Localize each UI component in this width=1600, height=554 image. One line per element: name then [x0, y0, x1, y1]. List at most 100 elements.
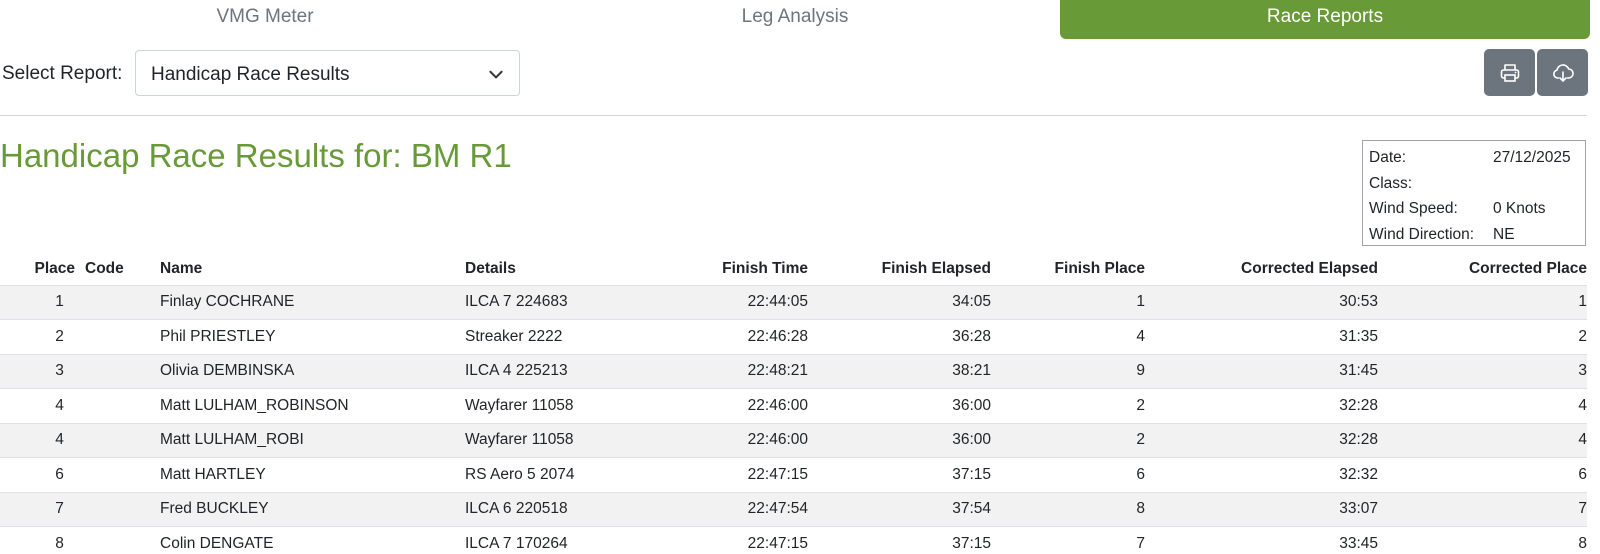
column-header-finish-time[interactable]: Finish Time	[655, 253, 808, 285]
download-button[interactable]	[1537, 49, 1588, 96]
cell-corrected-elapsed: 32:28	[1145, 388, 1378, 423]
info-key: Class:	[1369, 174, 1413, 192]
cell-corrected-elapsed: 30:53	[1145, 284, 1378, 320]
info-key: Wind Speed:	[1369, 200, 1458, 217]
cell-finish-place: 4	[991, 319, 1145, 354]
cell-code	[75, 491, 160, 527]
cell-corrected-place: 6	[1378, 457, 1587, 492]
cell-corrected-elapsed: 32:28	[1145, 422, 1378, 458]
column-header-finish-place[interactable]: Finish Place	[991, 253, 1145, 285]
cell-corrected-elapsed: 31:35	[1145, 319, 1378, 354]
cell-finish-place: 6	[991, 457, 1145, 492]
table-row: 4 Matt LULHAM_ROBI Wayfarer 11058 22:46:00 3…	[0, 422, 1587, 458]
race-info-box: Date: 27/12/2025 Class: Wind Speed: 0 Kn…	[1362, 140, 1586, 246]
cell-name: Fred BUCKLEY	[160, 491, 465, 527]
info-key: Date:	[1369, 149, 1407, 166]
cell-finish-time: 22:46:28	[655, 319, 808, 354]
cell-corrected-place: 8	[1378, 526, 1587, 554]
cell-finish-place: 2	[991, 422, 1145, 458]
cell-corrected-place: 4	[1378, 388, 1587, 423]
printer-icon	[1500, 63, 1519, 82]
cell-finish-elapsed: 38:21	[808, 353, 991, 389]
cell-corrected-place: 1	[1378, 284, 1587, 320]
table-row: 1 Finlay COCHRANE ILCA 7 224683 22:44:05 34:…	[0, 284, 1587, 320]
cell-name: Matt LULHAM_ROBINSON	[160, 388, 465, 423]
table-row: 4 Matt LULHAM_ROBINSON Wayfarer 11058 22:46…	[0, 388, 1587, 423]
page-title: Handicap Race Results for: BM R1	[0, 137, 512, 174]
cell-finish-time: 22:44:05	[655, 284, 808, 320]
tab-race-reports[interactable]: Race Reports	[1060, 0, 1590, 39]
cell-code	[75, 319, 160, 354]
cell-finish-place: 1	[991, 284, 1145, 320]
cell-code	[75, 422, 160, 458]
table-row: 7 Fred BUCKLEY ILCA 6 220518 22:47:54 37:54 8…	[0, 491, 1587, 527]
cell-details: Streaker 2222	[465, 319, 655, 354]
cell-place: 8	[0, 526, 75, 554]
cell-corrected-elapsed: 33:45	[1145, 526, 1378, 554]
cell-finish-elapsed: 36:28	[808, 319, 991, 354]
cell-finish-time: 22:46:00	[655, 388, 808, 423]
cell-name: Phil PRIESTLEY	[160, 319, 465, 354]
section-divider	[0, 115, 1587, 116]
info-row-wind-direction: Wind Direction: NE	[1369, 222, 1579, 248]
cell-finish-elapsed: 36:00	[808, 422, 991, 458]
cell-name: Olivia DEMBINSKA	[160, 353, 465, 389]
cell-finish-elapsed: 37:54	[808, 491, 991, 527]
column-header-place[interactable]: Place	[0, 253, 75, 285]
info-row-class: Class:	[1369, 171, 1579, 197]
cell-finish-place: 9	[991, 353, 1145, 389]
column-header-name[interactable]: Name	[160, 253, 465, 285]
cell-code	[75, 526, 160, 554]
info-value: NE	[1493, 225, 1515, 243]
cell-finish-time: 22:46:00	[655, 422, 808, 458]
info-row-wind-speed: Wind Speed: 0 Knots	[1369, 196, 1579, 222]
results-body: 1 Finlay COCHRANE ILCA 7 224683 22:44:05 34:…	[0, 284, 1587, 554]
cell-finish-time: 22:47:54	[655, 491, 808, 527]
results-table: Place Code Name Details Finish Time Fini…	[0, 253, 1587, 554]
cell-place: 7	[0, 491, 75, 527]
column-header-corrected-elapsed[interactable]: Corrected Elapsed	[1145, 253, 1378, 285]
column-header-details[interactable]: Details	[465, 253, 655, 285]
cell-place: 4	[0, 388, 75, 423]
cell-corrected-place: 7	[1378, 491, 1587, 527]
tab-vmg-meter[interactable]: VMG Meter	[0, 0, 530, 40]
report-select[interactable]: Handicap Race Results	[135, 50, 520, 96]
cell-code	[75, 388, 160, 423]
cell-corrected-elapsed: 31:45	[1145, 353, 1378, 389]
cell-finish-elapsed: 37:15	[808, 457, 991, 492]
column-header-code[interactable]: Code	[75, 253, 160, 285]
cell-code	[75, 457, 160, 492]
report-tabs: VMG Meter Leg Analysis Race Reports	[0, 0, 1590, 40]
cell-details: ILCA 7 170264	[465, 526, 655, 554]
tab-leg-analysis[interactable]: Leg Analysis	[530, 0, 1060, 40]
cell-details: RS Aero 5 2074	[465, 457, 655, 492]
table-row: 3 Olivia DEMBINSKA ILCA 4 225213 22:48:21 38…	[0, 353, 1587, 389]
cell-corrected-elapsed: 32:32	[1145, 457, 1378, 492]
info-value	[1493, 171, 1579, 197]
info-value: 0 Knots	[1493, 200, 1546, 217]
cell-finish-place: 7	[991, 526, 1145, 554]
cell-corrected-elapsed: 33:07	[1145, 491, 1378, 527]
cell-place: 1	[0, 284, 75, 320]
report-select-value: Handicap Race Results	[151, 64, 350, 85]
cell-code	[75, 284, 160, 320]
table-row: 2 Phil PRIESTLEY Streaker 2222 22:46:28 36:2…	[0, 319, 1587, 354]
cell-name: Finlay COCHRANE	[160, 284, 465, 320]
table-header-row: Place Code Name Details Finish Time Fini…	[0, 253, 1587, 285]
cell-finish-elapsed: 36:00	[808, 388, 991, 423]
cell-corrected-place: 3	[1378, 353, 1587, 389]
cell-finish-time: 22:47:15	[655, 457, 808, 492]
cell-place: 6	[0, 457, 75, 492]
chevron-down-icon	[489, 70, 503, 79]
cell-details: ILCA 6 220518	[465, 491, 655, 527]
info-key: Wind Direction:	[1369, 225, 1475, 243]
cell-corrected-place: 4	[1378, 422, 1587, 458]
info-row-date: Date: 27/12/2025	[1369, 145, 1579, 171]
cell-corrected-place: 2	[1378, 319, 1587, 354]
cell-place: 3	[0, 353, 75, 389]
cell-details: Wayfarer 11058	[465, 422, 655, 458]
print-button[interactable]	[1484, 49, 1535, 96]
column-header-finish-elapsed[interactable]: Finish Elapsed	[808, 253, 991, 285]
column-header-corrected-place[interactable]: Corrected Place	[1378, 253, 1587, 285]
cell-details: ILCA 4 225213	[465, 353, 655, 389]
